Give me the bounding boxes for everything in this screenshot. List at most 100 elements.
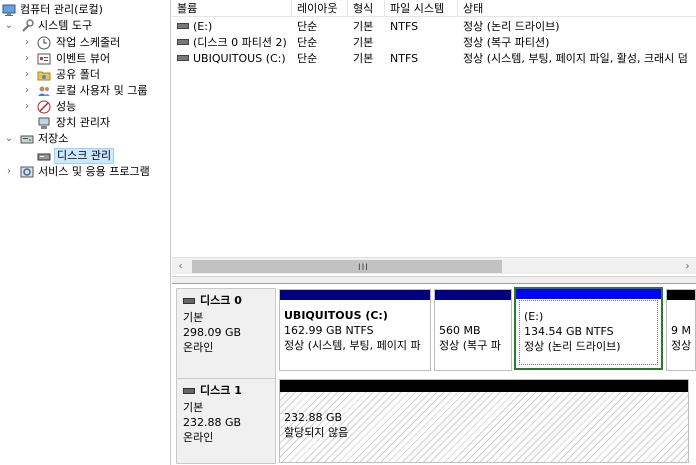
- tree-item-performance[interactable]: › 성능: [2, 99, 170, 115]
- column-header-layout[interactable]: 레이아웃: [292, 0, 348, 17]
- disk-state: 온라인: [183, 341, 214, 354]
- chevron-right-icon[interactable]: ›: [22, 35, 32, 51]
- chevron-right-icon[interactable]: ›: [4, 164, 14, 180]
- tree-label: 장치 관리자: [56, 116, 111, 129]
- cell-file-system: NTFS: [390, 20, 419, 33]
- chevron-right-icon[interactable]: ›: [22, 51, 32, 67]
- shared-folder-icon: [37, 68, 51, 82]
- clock-icon: [37, 36, 51, 50]
- disk-size: 298.09 GB: [183, 326, 242, 339]
- disk-management-icon: [37, 149, 51, 163]
- partition-recovery[interactable]: 560 MB 정상 (복구 파: [434, 289, 512, 371]
- tools-icon: [20, 19, 34, 33]
- scrollbar-thumb[interactable]: III: [192, 260, 502, 273]
- tree-item-shared-folders[interactable]: › 공유 폴더: [2, 67, 170, 83]
- partition-status: 할당되지 않음: [284, 426, 349, 439]
- disk-kind: 기본: [183, 401, 204, 414]
- tree-label: 시스템 도구: [38, 19, 93, 32]
- cell-file-system: NTFS: [390, 52, 419, 65]
- list-header: 볼륨 레이아웃 형식 파일 시스템 상태: [172, 0, 696, 17]
- chevron-down-icon[interactable]: ⌄: [4, 131, 14, 147]
- partition-size: 134.54 GB NTFS: [524, 325, 614, 338]
- tree-label: 컴퓨터 관리(로컬): [20, 3, 103, 16]
- tree-label: 저장소: [38, 132, 69, 145]
- cell-volume: UBIQUITOUS (C:): [177, 51, 292, 67]
- tree-label: 작업 스케줄러: [56, 36, 121, 49]
- column-header-type[interactable]: 형식: [348, 0, 385, 17]
- tree-item-event-viewer[interactable]: › 이벤트 뷰어: [2, 51, 170, 67]
- scrollbar-grip: III: [358, 263, 369, 273]
- volume-icon: [177, 55, 189, 61]
- disk-name: 디스크 1: [200, 384, 242, 397]
- tree-label: 이벤트 뷰어: [56, 52, 111, 65]
- navigation-tree: 컴퓨터 관리(로컬) ⌄ 시스템 도구 › 작업 스케줄러 › 이벤트 뷰어 ›…: [0, 0, 171, 465]
- volume-icon: [177, 39, 189, 45]
- partition-size: 560 MB: [439, 324, 481, 337]
- device-manager-icon: [37, 116, 51, 130]
- tree-item-storage[interactable]: ⌄ 저장소: [2, 131, 170, 147]
- table-row[interactable]: (디스크 0 파티션 2) 단순 기본 정상 (복구 파티션): [172, 35, 696, 51]
- disk-0-info[interactable]: 디스크 0 기본 298.09 GB 온라인: [176, 288, 276, 380]
- volume-icon: [177, 23, 189, 29]
- partition-size: 9 M: [671, 324, 691, 337]
- users-icon: [37, 84, 51, 98]
- disk-state: 온라인: [183, 431, 214, 444]
- tree-label: 디스크 관리: [54, 148, 115, 164]
- scroll-right-icon[interactable]: ›: [679, 258, 696, 275]
- column-header-file-system[interactable]: 파일 시스템: [385, 0, 458, 17]
- storage-icon: [20, 132, 34, 146]
- partition-bar: [667, 290, 695, 300]
- partition-bar: [280, 380, 688, 392]
- partition-status: 정상 (시스템, 부팅, 페이지 파: [284, 339, 421, 352]
- partition-status: 정상 (복구 파: [439, 339, 501, 352]
- partition-bar: [280, 290, 430, 300]
- partition-e-selected[interactable]: (E:) 134.54 GB NTFS 정상 (논리 드라이브): [514, 287, 663, 370]
- cell-type: 기본: [353, 20, 374, 33]
- chevron-down-icon[interactable]: ⌄: [4, 18, 14, 34]
- partition-c[interactable]: UBIQUITOUS (C:) 162.99 GB NTFS 정상 (시스템, …: [279, 289, 431, 371]
- partition-status: 정상 (논리 드라이브): [524, 340, 621, 353]
- chevron-right-icon[interactable]: ›: [22, 67, 32, 83]
- table-row[interactable]: UBIQUITOUS (C:) 단순 기본 NTFS 정상 (시스템, 부팅, …: [172, 51, 696, 67]
- services-icon: [20, 165, 34, 179]
- disk-size: 232.88 GB: [183, 416, 242, 429]
- scroll-left-icon[interactable]: ‹: [172, 258, 189, 275]
- computer-management-icon: [2, 3, 16, 17]
- cell-status: 정상 (시스템, 부팅, 페이지 파일, 활성, 크래시 덤: [463, 52, 688, 65]
- column-header-volume[interactable]: 볼륨: [172, 0, 292, 17]
- tree-item-disk-management[interactable]: 디스크 관리: [2, 148, 170, 164]
- cell-volume: (디스크 0 파티션 2): [177, 35, 292, 51]
- cell-file-system: [390, 35, 458, 51]
- partition-bar: [435, 290, 511, 300]
- cell-status: 정상 (논리 드라이브): [463, 20, 560, 33]
- tree-item-services-applications[interactable]: › 서비스 및 응용 프로그램: [2, 164, 170, 180]
- tree-item-computer-management[interactable]: 컴퓨터 관리(로컬): [2, 2, 170, 18]
- tree-item-local-users[interactable]: › 로컬 사용자 및 그룹: [2, 83, 170, 99]
- tree-label: 공유 폴더: [56, 68, 100, 81]
- partition-status: 정상: [671, 339, 692, 352]
- volume-list: 볼륨 레이아웃 형식 파일 시스템 상태 (E:) 단순 기본 NTFS 정상 …: [172, 0, 696, 276]
- partition-name: (E:): [524, 310, 544, 323]
- cell-layout: 단순: [297, 52, 318, 65]
- column-header-status[interactable]: 상태: [458, 0, 696, 17]
- tree-label: 로컬 사용자 및 그룹: [56, 84, 148, 97]
- cell-status: 정상 (복구 파티션): [463, 36, 550, 49]
- horizontal-scrollbar[interactable]: ‹ III ›: [172, 257, 696, 274]
- partition-small[interactable]: 9 M 정상: [666, 289, 696, 371]
- table-row[interactable]: (E:) 단순 기본 NTFS 정상 (논리 드라이브): [172, 19, 696, 35]
- tree-label: 성능: [56, 100, 77, 113]
- partition-unallocated[interactable]: 232.88 GB 할당되지 않음: [279, 379, 689, 463]
- cell-volume: (E:): [177, 19, 292, 35]
- partition-bar: [516, 289, 661, 299]
- disk-1-info[interactable]: 디스크 1 기본 232.88 GB 온라인: [176, 378, 276, 464]
- tree-item-task-scheduler[interactable]: › 작업 스케줄러: [2, 35, 170, 51]
- tree-label: 서비스 및 응용 프로그램: [38, 165, 150, 178]
- event-viewer-icon: [37, 52, 51, 66]
- cell-layout: 단순: [297, 36, 318, 49]
- disk-kind: 기본: [183, 311, 204, 324]
- tree-item-system-tools[interactable]: ⌄ 시스템 도구: [2, 18, 170, 34]
- tree-item-device-manager[interactable]: 장치 관리자: [2, 115, 170, 131]
- pane-splitter[interactable]: [172, 276, 696, 284]
- chevron-right-icon[interactable]: ›: [22, 83, 32, 99]
- chevron-right-icon[interactable]: ›: [22, 99, 32, 115]
